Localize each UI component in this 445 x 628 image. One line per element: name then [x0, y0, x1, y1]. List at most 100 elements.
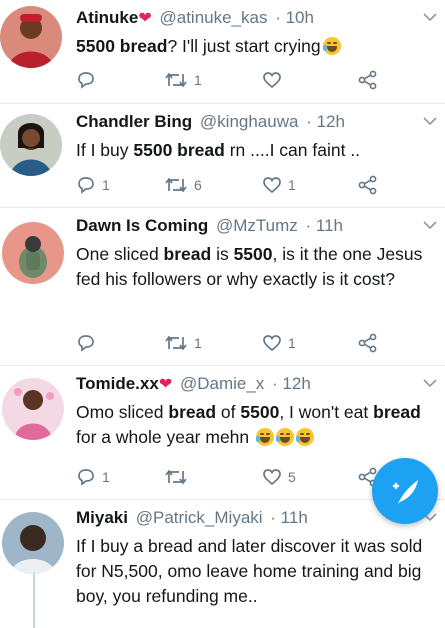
retweet-icon — [165, 72, 187, 88]
chevron-down-icon[interactable] — [423, 378, 437, 388]
share-button[interactable] — [358, 69, 378, 91]
like-button[interactable]: 1 — [262, 174, 296, 196]
reply-button[interactable] — [76, 69, 102, 91]
text-segment: is — [211, 244, 234, 264]
thread-line — [33, 572, 35, 628]
retweet-count: 1 — [194, 72, 202, 88]
tweet-text: 5500 bread? I'll just start crying — [76, 34, 438, 59]
display-name[interactable]: Atinuke — [76, 8, 138, 27]
tears-of-joy-emoji-icon — [322, 37, 341, 55]
user-handle[interactable]: @Damie_x — [180, 374, 264, 393]
like-count: 1 — [288, 335, 296, 351]
share-icon — [358, 70, 377, 90]
text-segment: rn ....I can faint .. — [224, 140, 361, 160]
retweet-icon — [165, 335, 187, 351]
tweet-atinuke[interactable]: Atinuke❤ @atinuke_kas · 10h 5500 bread? … — [0, 0, 445, 104]
avatar[interactable] — [2, 222, 64, 284]
bold-keyword: bread — [163, 244, 212, 264]
compose-tweet-icon — [392, 480, 418, 504]
avatar[interactable] — [0, 6, 62, 68]
reply-icon — [78, 335, 94, 352]
text-segment: One sliced — [76, 244, 164, 264]
user-handle[interactable]: @kinghauwa — [200, 112, 299, 131]
tweet-actions: 1 5 — [76, 466, 406, 488]
bold-keyword: 5500 bread — [133, 140, 225, 160]
like-icon — [263, 469, 281, 486]
tweet-text: If I buy a bread and later discover it w… — [76, 534, 438, 609]
display-name[interactable]: Chandler Bing — [76, 112, 192, 131]
timestamp[interactable]: · 10h — [275, 8, 314, 27]
like-icon — [263, 72, 281, 89]
avatar[interactable] — [2, 512, 64, 574]
tweet-text: Omo sliced bread of 5500, I won't eat br… — [76, 400, 438, 450]
bold-keyword: 5500 — [240, 402, 280, 422]
like-count: 1 — [288, 177, 296, 193]
retweet-button[interactable] — [164, 466, 194, 488]
compose-tweet-button[interactable] — [372, 458, 438, 524]
like-count: 5 — [288, 469, 296, 485]
text-segment: ? I'll just start crying — [167, 36, 321, 56]
timestamp[interactable]: · 11h — [270, 508, 308, 527]
retweet-count: 6 — [194, 177, 202, 193]
user-handle[interactable]: @Patrick_Miyaki — [136, 508, 263, 527]
avatar[interactable] — [2, 378, 64, 440]
reply-button[interactable]: 1 — [76, 466, 110, 488]
text-segment: of — [216, 402, 241, 422]
display-name[interactable]: Miyaki — [76, 508, 128, 527]
bold-keyword: bread — [373, 402, 421, 422]
tears-of-joy-emoji-icon — [256, 428, 275, 446]
share-icon — [358, 175, 377, 195]
reply-button[interactable]: 1 — [76, 174, 110, 196]
tweet-actions: 1 — [76, 69, 406, 91]
like-button[interactable] — [262, 69, 288, 91]
reply-icon — [78, 177, 94, 194]
retweet-icon — [165, 469, 187, 485]
retweet-button[interactable]: 6 — [164, 174, 202, 196]
text-segment: Omo sliced — [76, 402, 169, 422]
tears-of-joy-emoji-icon — [276, 428, 295, 446]
user-handle[interactable]: @atinuke_kas — [159, 8, 267, 27]
reply-button[interactable] — [76, 332, 102, 354]
tweet-text: If I buy 5500 bread rn ....I can faint .… — [76, 138, 438, 163]
like-button[interactable]: 5 — [262, 466, 296, 488]
text-segment: If I buy — [76, 140, 134, 160]
retweet-icon — [165, 177, 187, 193]
tears-of-joy-emoji-icon — [296, 428, 315, 446]
like-icon — [263, 177, 281, 194]
display-name[interactable]: Tomide.xx — [76, 374, 159, 393]
reply-icon — [78, 72, 94, 89]
tweet-text: One sliced bread is 5500, is it the one … — [76, 242, 438, 292]
tweet-dawn-is-coming[interactable]: Dawn Is Coming @MzTumz · 11h One sliced … — [0, 208, 445, 366]
retweet-button[interactable]: 1 — [164, 332, 202, 354]
timestamp[interactable]: · 11h — [306, 216, 344, 235]
text-segment: for a whole year mehn — [76, 427, 255, 447]
bold-keyword: bread — [168, 402, 217, 422]
bold-keyword: 5500 — [233, 244, 273, 264]
timestamp[interactable]: · 12h — [306, 112, 345, 131]
reply-count: 1 — [102, 469, 110, 485]
like-button[interactable]: 1 — [262, 332, 296, 354]
retweet-button[interactable]: 1 — [164, 69, 202, 91]
retweet-count: 1 — [194, 335, 202, 351]
bold-keyword: 5500 bread — [76, 36, 168, 56]
share-icon — [358, 333, 377, 353]
reply-icon — [78, 469, 94, 486]
text-segment: If I buy a bread and later discover it w… — [76, 536, 423, 606]
timestamp[interactable]: · 12h — [272, 374, 311, 393]
user-handle[interactable]: @MzTumz — [216, 216, 298, 235]
chevron-down-icon[interactable] — [423, 220, 437, 230]
text-segment: , I won't eat — [279, 402, 374, 422]
tweet-chandler-bing[interactable]: Chandler Bing @kinghauwa · 12h If I buy … — [0, 104, 445, 208]
avatar[interactable] — [0, 114, 62, 176]
like-icon — [263, 335, 281, 352]
chevron-down-icon[interactable] — [423, 116, 437, 126]
tweet-actions: 1 6 1 — [76, 174, 406, 196]
tweet-actions: 1 1 — [76, 332, 406, 354]
heart-emoji: ❤ — [158, 376, 173, 393]
heart-emoji: ❤ — [138, 10, 152, 27]
display-name[interactable]: Dawn Is Coming — [76, 216, 208, 235]
share-button[interactable] — [358, 332, 378, 354]
share-button[interactable] — [358, 174, 378, 196]
reply-count: 1 — [102, 177, 110, 193]
chevron-down-icon[interactable] — [423, 12, 437, 22]
